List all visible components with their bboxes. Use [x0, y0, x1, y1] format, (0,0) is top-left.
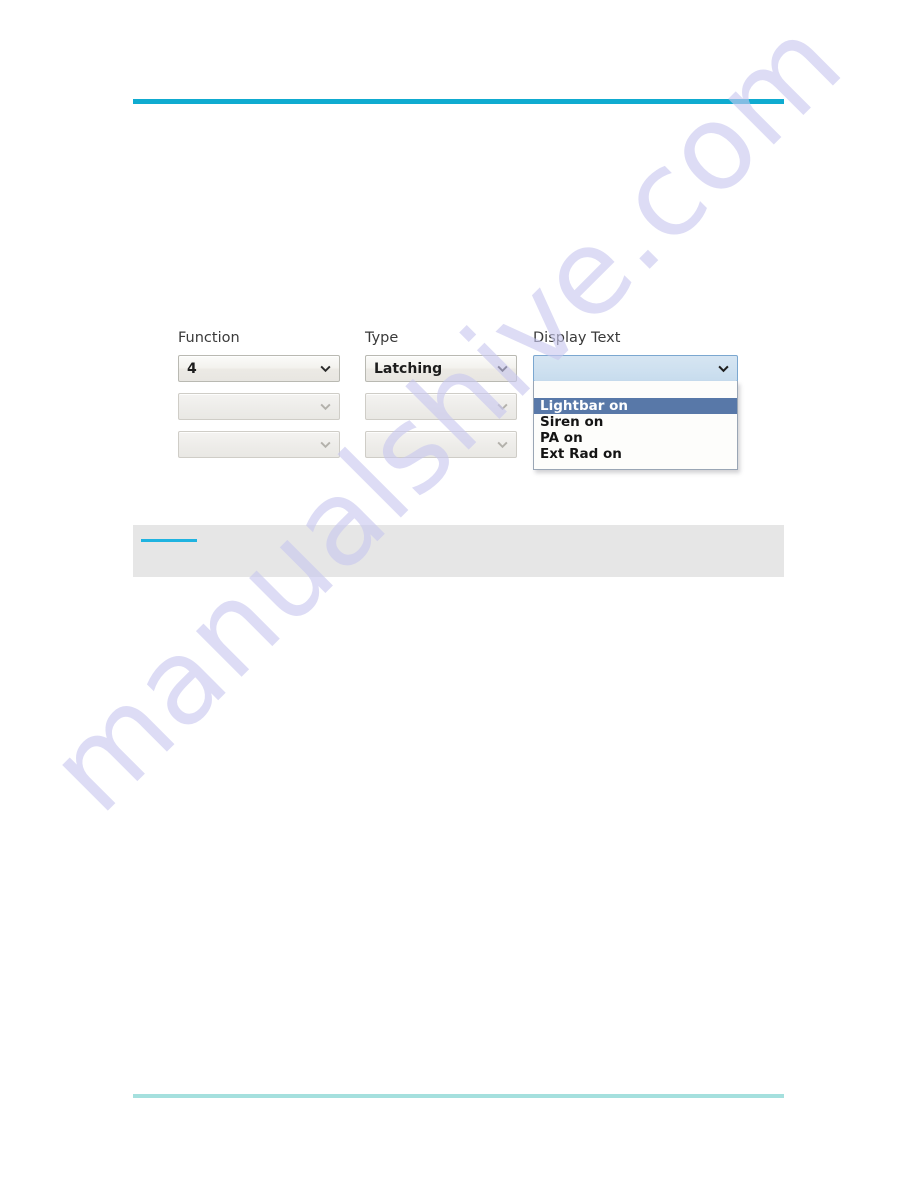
chevron-down-icon — [718, 363, 729, 374]
form-column-display-text: Display Text Lightbar on Siren on PA on — [533, 330, 738, 470]
page-canvas: Function 4 Type Latching Display Text Li… — [0, 0, 918, 1188]
switch-configuration-form: Function 4 Type Latching Display Text Li… — [133, 330, 784, 470]
dropdown-option-ext-rad-on[interactable]: Ext Rad on — [534, 446, 737, 462]
note-block-accent-rule — [141, 539, 197, 542]
chevron-down-icon — [320, 439, 331, 450]
type-select-row-3[interactable] — [365, 431, 517, 458]
type-select-row-1-value: Latching — [374, 360, 443, 377]
form-column-type: Type Latching — [365, 330, 517, 458]
chevron-down-icon — [497, 439, 508, 450]
type-select-row-1[interactable]: Latching — [365, 355, 517, 382]
note-block — [133, 525, 784, 577]
function-select-row-2[interactable] — [178, 393, 340, 420]
chevron-down-icon — [320, 363, 331, 374]
bottom-accent-rule — [133, 1094, 784, 1098]
label-function: Function — [178, 330, 240, 346]
dropdown-option-pa-on[interactable]: PA on — [534, 430, 737, 446]
chevron-down-icon — [497, 363, 508, 374]
display-text-dropdown-list: Lightbar on Siren on PA on Ext Rad on — [533, 381, 738, 470]
function-select-row-3[interactable] — [178, 431, 340, 458]
function-select-row-1[interactable]: 4 — [178, 355, 340, 382]
top-accent-rule — [133, 99, 784, 104]
label-display-text: Display Text — [533, 330, 621, 346]
dropdown-option-lightbar-on[interactable]: Lightbar on — [534, 398, 737, 414]
dropdown-option-siren-on[interactable]: Siren on — [534, 414, 737, 430]
label-type: Type — [365, 330, 399, 346]
function-select-row-1-value: 4 — [187, 360, 197, 377]
chevron-down-icon — [497, 401, 508, 412]
display-text-select[interactable] — [533, 355, 738, 382]
chevron-down-icon — [320, 401, 331, 412]
form-column-function: Function 4 — [178, 330, 340, 458]
type-select-row-2[interactable] — [365, 393, 517, 420]
dropdown-option-blank[interactable] — [534, 381, 737, 398]
